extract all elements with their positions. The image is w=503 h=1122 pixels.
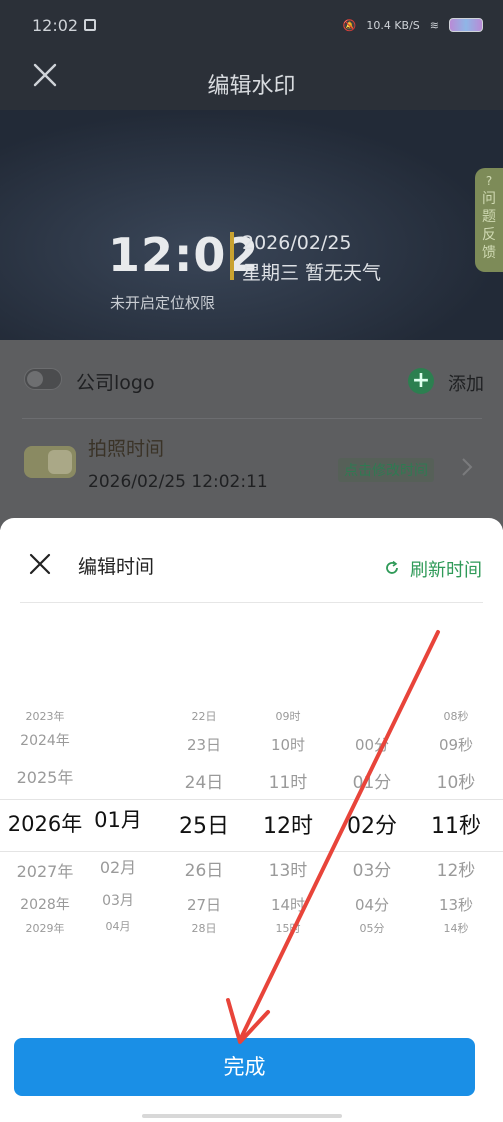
watermark-weekday-weather: 星期三 暂无天气	[242, 262, 382, 284]
sim-card-icon	[84, 19, 96, 31]
photo-time-label: 拍照时间	[88, 438, 165, 460]
picker-item-selected: 02分	[347, 814, 397, 839]
background-screen: 12:02 🔕 10.4 KB/S ≋ 编辑水印 12:02 2026/02/2…	[0, 0, 503, 530]
sheet-title: 编辑时间	[78, 556, 155, 578]
picker-item: 10秒	[436, 773, 476, 793]
picker-item: 13秒	[438, 896, 474, 914]
done-button[interactable]: 完成	[14, 1038, 475, 1096]
watermark-settings: 公司logo + 添加 拍照时间 2026/02/25 12:02:11 点击修…	[0, 340, 503, 530]
watermark-location: 未开启定位权限	[110, 294, 216, 312]
picker-item: 12秒	[436, 861, 476, 881]
picker-item: 08秒	[443, 710, 469, 723]
network-speed: 10.4 KB/S	[366, 18, 420, 32]
picker-item-selected: 12时	[263, 814, 313, 839]
logo-row: 公司logo + 添加	[0, 340, 503, 420]
picker-day-column[interactable]: 22日 23日 24日 25日 26日 27日 28日	[158, 708, 250, 948]
edit-time-sheet: 编辑时间 刷新时间 2023年 2024年 2025年 2026年 2027年 …	[0, 518, 503, 1122]
refresh-icon[interactable]	[384, 560, 400, 576]
picker-item-selected: 01月	[94, 808, 142, 832]
picker-item: 05分	[359, 922, 385, 935]
picker-item: 03月	[102, 893, 134, 909]
date-time-picker[interactable]: 2023年 2024年 2025年 2026年 2027年 2028年 2029…	[0, 708, 503, 948]
picker-item: 04分	[354, 896, 390, 914]
picker-item: 27日	[186, 896, 222, 914]
status-icons: 🔕 10.4 KB/S ≋	[343, 18, 483, 32]
photo-time-toggle[interactable]	[24, 446, 76, 478]
help-icon: ?	[485, 174, 493, 188]
picker-item: 22日	[191, 710, 217, 723]
mute-icon: 🔕	[342, 18, 357, 32]
divider	[20, 602, 483, 603]
picker-item-selected: 11秒	[431, 814, 481, 839]
modify-time-button[interactable]: 点击修改时间	[338, 458, 434, 482]
watermark-divider	[230, 232, 234, 280]
status-bar: 12:02 🔕 10.4 KB/S ≋	[0, 0, 503, 48]
add-icon[interactable]: +	[408, 368, 434, 394]
picker-item: 14时	[270, 896, 306, 914]
picker-item: 15时	[275, 922, 301, 935]
picker-hour-column[interactable]: 09时 10时 11时 12时 13时 14时 15时	[242, 708, 334, 948]
picker-item: 28日	[191, 922, 217, 935]
watermark-date: 2026/02/25	[242, 232, 352, 254]
feedback-label: 问 题 反 馈	[482, 191, 496, 261]
status-time: 12:02	[32, 16, 79, 35]
picker-item-selected: 25日	[179, 814, 229, 839]
picker-second-column[interactable]: 08秒 09秒 10秒 11秒 12秒 13秒 14秒	[410, 708, 502, 948]
picker-minute-column[interactable]: 00分 01分 02分 03分 04分 05分	[326, 708, 418, 948]
picker-item: 03分	[352, 861, 392, 881]
close-icon[interactable]	[28, 552, 52, 576]
picker-item: 02月	[99, 858, 137, 877]
home-indicator	[142, 1114, 342, 1118]
picker-item: 13时	[268, 861, 308, 881]
refresh-time-button[interactable]: 刷新时间	[410, 556, 482, 582]
page-title: 编辑水印	[207, 74, 296, 99]
picker-item: 11时	[268, 773, 308, 793]
chevron-right-icon[interactable]	[460, 456, 474, 478]
watermark-time: 12:02	[108, 228, 260, 282]
picker-item: 14秒	[443, 922, 469, 935]
picker-item: 26日	[184, 861, 224, 881]
picker-item: 10时	[270, 736, 306, 754]
divider	[22, 418, 482, 419]
logo-toggle[interactable]	[24, 368, 62, 390]
picker-item: 01分	[352, 773, 392, 793]
top-bar: 编辑水印	[0, 48, 503, 110]
picker-item: 09秒	[438, 736, 474, 754]
picker-item: 00分	[354, 736, 390, 754]
picker-item: 09时	[275, 710, 301, 723]
picker-item: 23日	[186, 736, 222, 754]
photo-time-value: 2026/02/25 12:02:11	[88, 472, 268, 492]
battery-icon	[449, 18, 483, 32]
feedback-tab[interactable]: ? 问 题 反 馈	[475, 168, 503, 272]
logo-label: 公司logo	[76, 372, 155, 394]
picker-item: 24日	[184, 773, 224, 793]
wifi-icon: ≋	[429, 18, 439, 32]
picker-month-column[interactable]: 01月 02月 03月 04月	[72, 708, 164, 948]
picker-item: 04月	[105, 920, 131, 933]
watermark-preview: 12:02 2026/02/25 星期三 暂无天气 未开启定位权限 ? 问 题 …	[0, 110, 503, 340]
add-label[interactable]: 添加	[448, 370, 484, 396]
